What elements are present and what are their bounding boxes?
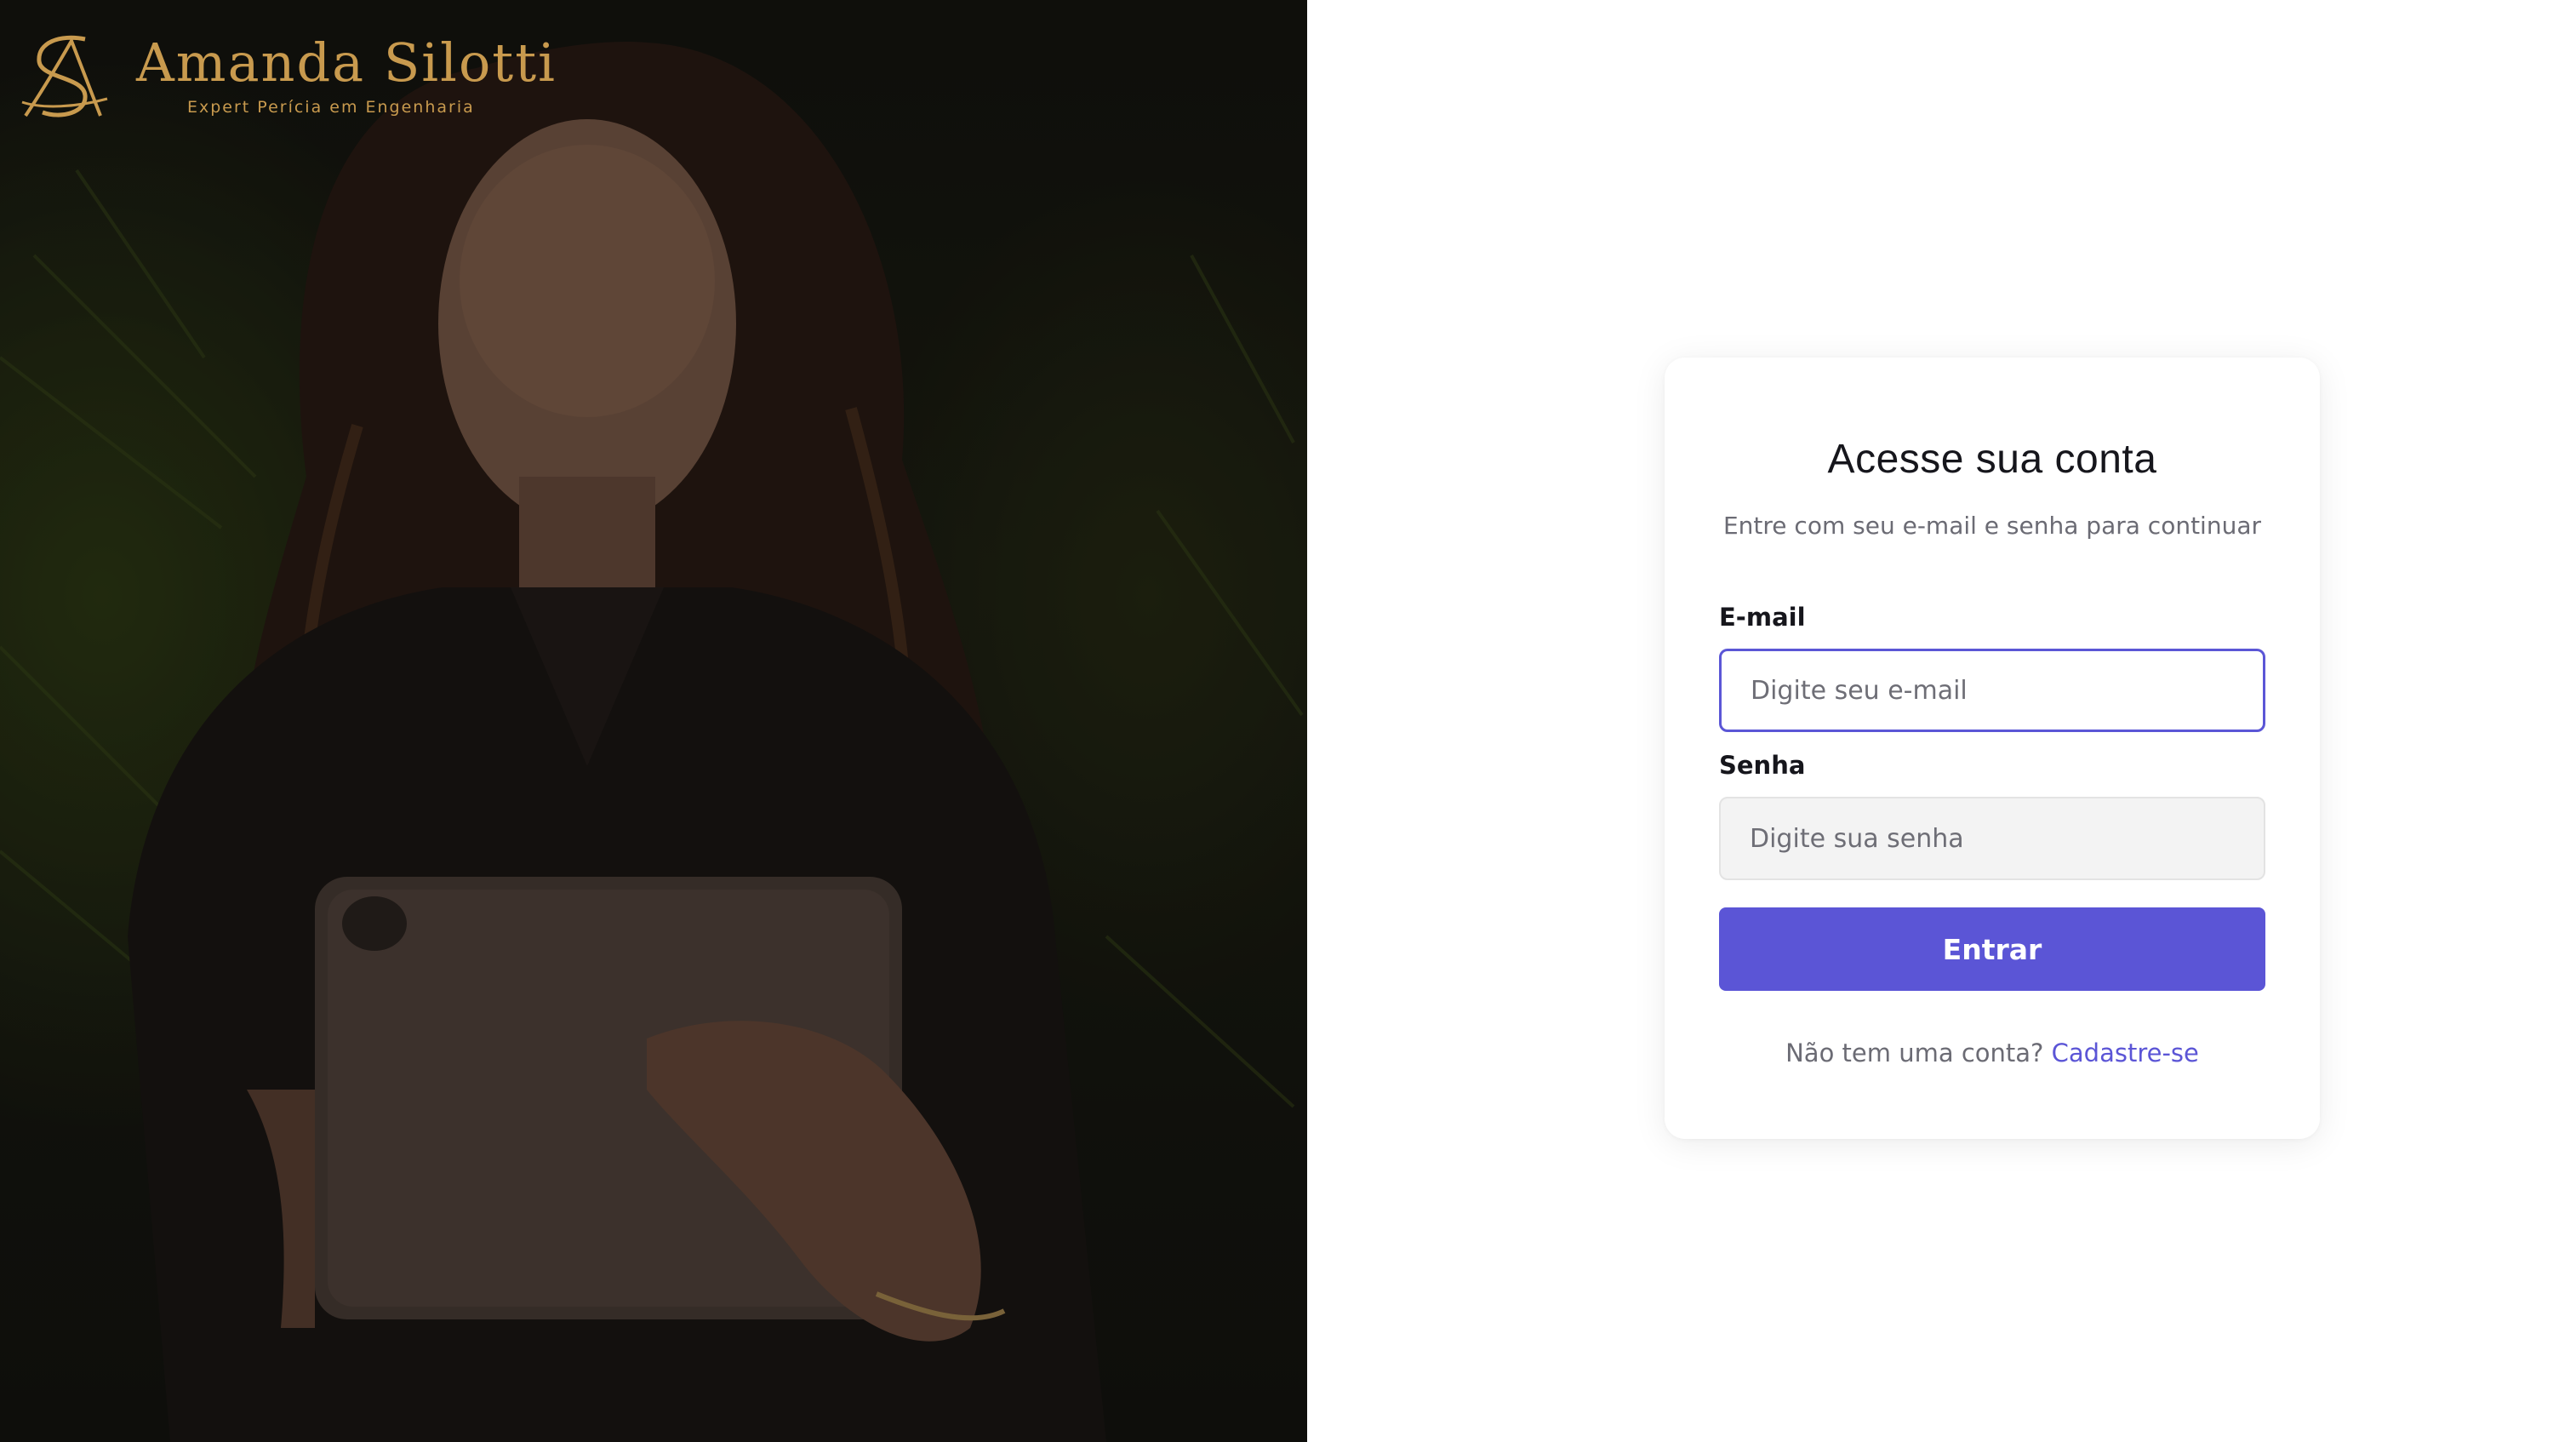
password-label: Senha (1719, 751, 1806, 780)
brand-name: Amanda Silotti (136, 31, 557, 94)
brand-text: Amanda Silotti Expert Perícia em Engenha… (136, 37, 557, 117)
auth-panel: Acesse sua conta Entre com seu e-mail e … (1307, 0, 2576, 1442)
hero-photo (0, 0, 1307, 1442)
login-page: Amanda Silotti Expert Perícia em Engenha… (0, 0, 2576, 1442)
brand-logo[interactable]: Amanda Silotti Expert Perícia em Engenha… (17, 31, 557, 123)
password-field[interactable] (1719, 797, 2265, 880)
email-field[interactable] (1719, 649, 2265, 732)
signup-link[interactable]: Cadastre-se (2052, 1039, 2199, 1067)
login-card: Acesse sua conta Entre com seu e-mail e … (1665, 358, 2320, 1139)
login-button[interactable]: Entrar (1719, 907, 2265, 991)
monogram-logo-icon (21, 35, 108, 117)
email-label: E-mail (1719, 603, 1806, 632)
brand-tagline: Expert Perícia em Engenharia (187, 98, 475, 117)
signup-prompt: Não tem uma conta? Cadastre-se (1719, 1039, 2265, 1067)
hero-panel: Amanda Silotti Expert Perícia em Engenha… (0, 0, 1307, 1442)
login-subtitle: Entre com seu e-mail e senha para contin… (1722, 512, 2261, 540)
signup-prompt-text: Não tem uma conta? (1785, 1039, 2044, 1067)
login-title: Acesse sua conta (1827, 437, 2157, 482)
